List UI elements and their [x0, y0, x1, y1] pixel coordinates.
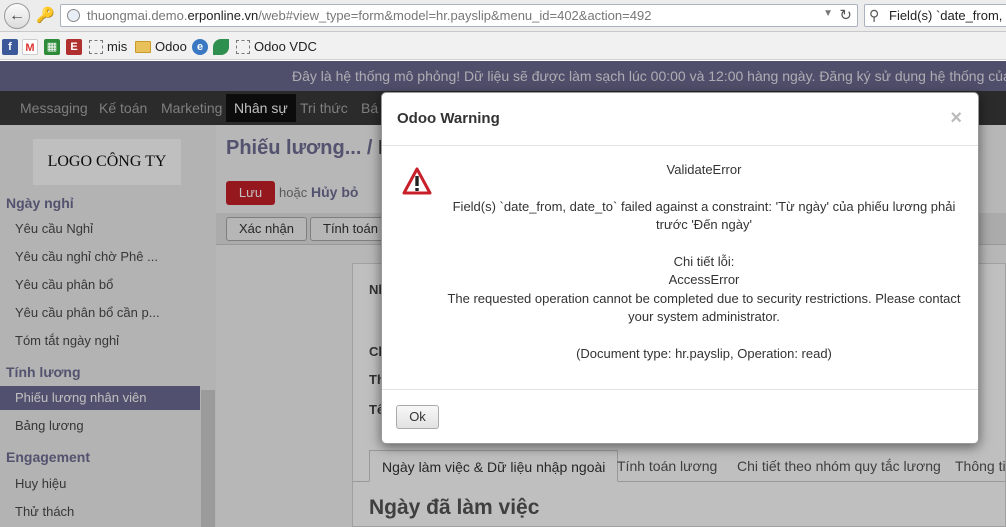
error-type: ValidateError — [666, 162, 742, 177]
error-detail-type: AccessError — [668, 272, 740, 287]
page-icon — [89, 39, 103, 54]
bookmark-odoo-vdc[interactable]: Odoo VDC — [236, 38, 317, 54]
dialog-header: Odoo Warning × — [382, 93, 978, 146]
bookmark-gmail[interactable]: M — [22, 38, 38, 55]
error-message-line: trước 'Đến ngày' — [656, 217, 752, 232]
bookmark-mis[interactable]: mis — [89, 38, 127, 54]
error-detail-line: your system administrator. — [628, 309, 780, 324]
browser-search-input[interactable]: ⚲ Field(s) `date_from, date_to` failed — [864, 4, 1006, 27]
error-message-line: Field(s) `date_from, date_to` failed aga… — [452, 198, 956, 214]
url-prefix: thuongmai.demo. — [87, 8, 188, 23]
folder-icon — [135, 40, 151, 53]
search-text: Field(s) `date_from, date_to` failed — [889, 8, 1006, 23]
error-document-info: (Document type: hr.payslip, Operation: r… — [576, 345, 832, 361]
error-detail-label: Chi tiết lỗi: — [673, 253, 735, 269]
search-icon: ⚲ — [869, 7, 880, 23]
bookmark-facebook[interactable]: f — [2, 38, 18, 55]
bookmark-label: Odoo VDC — [254, 39, 317, 55]
dialog-title: Odoo Warning — [397, 110, 500, 127]
facebook-icon: f — [2, 38, 18, 55]
gmail-icon: M — [22, 38, 38, 55]
bookmark-red-app[interactable]: E — [66, 38, 82, 55]
ok-button[interactable]: Ok — [396, 405, 439, 429]
dropdown-arrow-icon[interactable]: ▼ — [823, 8, 833, 19]
url-domain: erponline.vn — [187, 8, 259, 23]
globe-icon — [67, 9, 80, 22]
back-arrow-icon[interactable]: ← — [4, 3, 30, 29]
bookmark-leaf[interactable] — [213, 38, 229, 55]
dialog-message: ValidateError Field(s) `date_from, date_… — [438, 161, 970, 363]
dialog-footer: Ok — [382, 389, 978, 443]
key-icon[interactable]: 🔑 — [36, 6, 55, 24]
leaf-icon — [213, 38, 229, 55]
close-icon[interactable]: × — [950, 108, 962, 128]
app-icon: E — [66, 38, 82, 55]
error-detail-line: The requested operation cannot be comple… — [447, 290, 961, 306]
bookmark-odoo[interactable]: Odoo — [135, 38, 187, 54]
bookmarks-bar: f M ▦ E mis Odoo e Odoo VDC — [0, 32, 1006, 60]
page-icon — [236, 39, 250, 54]
bookmark-label: mis — [107, 39, 128, 55]
reload-icon[interactable]: ↻ — [839, 6, 852, 24]
spreadsheet-icon: ▦ — [44, 38, 60, 55]
warning-icon — [402, 167, 432, 198]
bookmark-sheets[interactable]: ▦ — [44, 38, 60, 55]
warning-dialog: Odoo Warning × ValidateError Field(s) `d… — [381, 92, 979, 444]
browser-toolbar: ← 🔑 thuongmai.demo.erponline.vn/web#view… — [0, 0, 1006, 32]
url-text[interactable]: thuongmai.demo.erponline.vn/web#view_typ… — [87, 8, 651, 23]
bookmark-ie[interactable]: e — [192, 38, 208, 55]
browser-icon: e — [192, 38, 208, 55]
address-bar[interactable]: thuongmai.demo.erponline.vn/web#view_typ… — [60, 4, 858, 27]
bookmark-label: Odoo — [155, 39, 187, 55]
url-path: /web#view_type=form&model=hr.payslip&men… — [258, 8, 652, 23]
